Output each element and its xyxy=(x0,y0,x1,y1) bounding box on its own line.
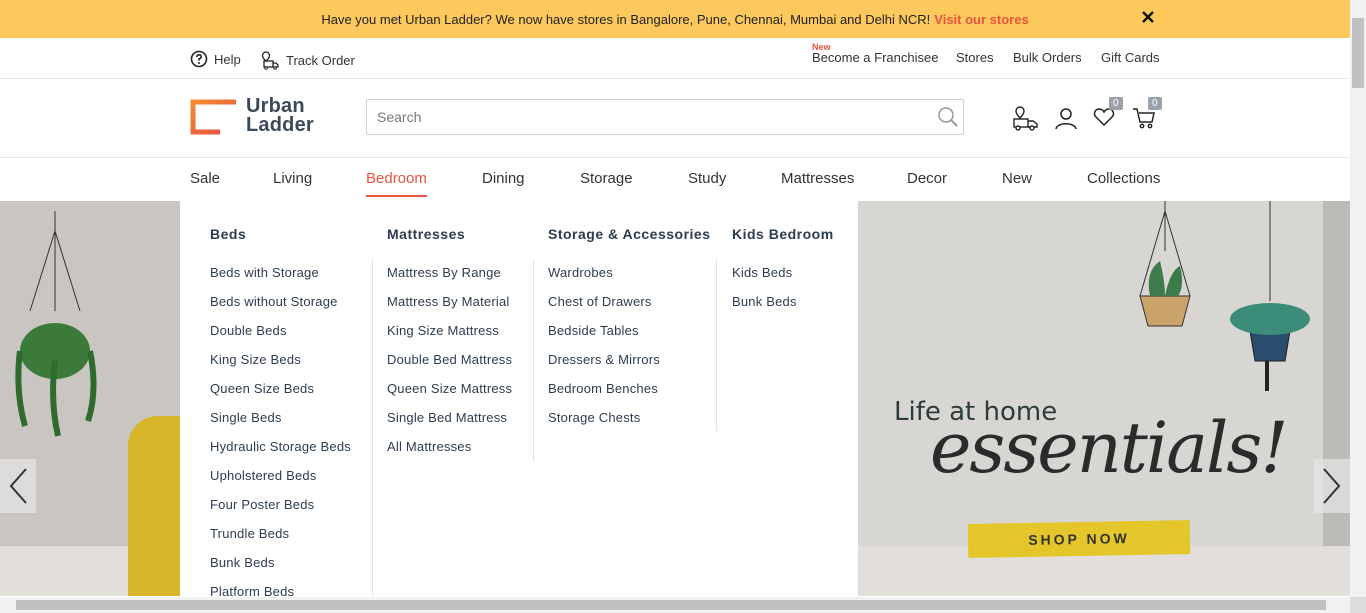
cart-count-badge: 0 xyxy=(1148,97,1162,110)
menu-divider xyxy=(716,259,717,431)
logo-mark-icon xyxy=(190,99,236,135)
horizontal-scroll-thumb[interactable] xyxy=(16,600,1326,610)
menu-heading-beds[interactable]: Beds xyxy=(210,226,246,242)
tab-study[interactable]: Study xyxy=(688,170,726,187)
bulk-orders-link[interactable]: Bulk Orders xyxy=(1013,50,1082,65)
announcement-text: Have you met Urban Ladder? We now have s… xyxy=(321,11,931,27)
menu-item[interactable]: Single Beds xyxy=(210,410,351,439)
menu-item[interactable]: King Size Beds xyxy=(210,352,351,381)
track-order-link[interactable]: Track Order xyxy=(260,50,355,70)
menu-divider xyxy=(533,259,534,462)
menu-item[interactable]: Storage Chests xyxy=(548,410,660,439)
menu-heading-storage[interactable]: Storage & Accessories xyxy=(548,226,711,242)
account-icon[interactable] xyxy=(1054,106,1078,135)
main-nav: Sale Living Bedroom Dining Storage Study… xyxy=(0,158,1350,200)
menu-item[interactable]: Upholstered Beds xyxy=(210,468,351,497)
tab-new[interactable]: New xyxy=(1002,170,1032,187)
bulk-orders-label: Bulk Orders xyxy=(1013,50,1082,65)
tab-collections[interactable]: Collections xyxy=(1087,170,1160,187)
help-label: Help xyxy=(214,51,241,67)
help-link[interactable]: Help xyxy=(190,50,241,68)
carousel-prev-button[interactable] xyxy=(0,459,36,513)
help-icon xyxy=(190,50,208,68)
carousel-next-button[interactable] xyxy=(1314,459,1350,513)
bedroom-mega-menu: Beds Beds with Storage Beds without Stor… xyxy=(180,201,858,596)
search-input[interactable] xyxy=(367,101,933,133)
stores-link[interactable]: Stores xyxy=(956,50,994,65)
menu-item[interactable]: Beds with Storage xyxy=(210,265,351,294)
menu-item[interactable]: Kids Beds xyxy=(732,265,797,294)
menu-item[interactable]: Four Poster Beds xyxy=(210,497,351,526)
menu-item[interactable]: Bunk Beds xyxy=(210,555,351,584)
horizontal-scrollbar[interactable] xyxy=(0,597,1350,613)
menu-item[interactable]: Mattress By Material xyxy=(387,294,512,323)
menu-item[interactable]: Beds without Storage xyxy=(210,294,351,323)
track-order-icon xyxy=(261,51,279,70)
franchise-label: Become a Franchisee xyxy=(812,50,939,65)
header: Urban Ladder 0 0 xyxy=(0,79,1350,158)
chevron-right-icon xyxy=(1323,468,1341,504)
menu-item[interactable]: Bunk Beds xyxy=(732,294,797,323)
menu-item[interactable]: Double Beds xyxy=(210,323,351,352)
close-icon[interactable] xyxy=(1141,10,1155,24)
menu-item[interactable]: Platform Beds xyxy=(210,584,351,596)
tab-mattresses[interactable]: Mattresses xyxy=(781,170,854,187)
tab-decor[interactable]: Decor xyxy=(907,170,947,187)
track-order-label: Track Order xyxy=(286,52,355,68)
delivery-icon[interactable] xyxy=(1012,106,1040,137)
menu-heading-mattresses[interactable]: Mattresses xyxy=(387,226,465,242)
menu-divider xyxy=(372,259,373,596)
new-badge: New xyxy=(812,42,831,52)
menu-item[interactable]: Hydraulic Storage Beds xyxy=(210,439,351,468)
shop-now-button[interactable]: SHOP NOW xyxy=(967,520,1191,558)
menu-item[interactable]: Bedroom Benches xyxy=(548,381,660,410)
tab-bedroom[interactable]: Bedroom xyxy=(366,170,427,197)
chair-illustration xyxy=(128,416,188,596)
wishlist-count-badge: 0 xyxy=(1109,97,1123,110)
cart-icon[interactable]: 0 xyxy=(1132,97,1162,135)
logo[interactable]: Urban Ladder xyxy=(190,96,322,136)
hanging-plant-left-icon xyxy=(15,211,97,437)
chevron-left-icon xyxy=(9,468,27,504)
utility-bar: Help Track Order New Become a Franchisee… xyxy=(0,38,1350,79)
stores-label: Stores xyxy=(956,50,994,65)
tab-storage[interactable]: Storage xyxy=(580,170,633,187)
menu-item[interactable]: Queen Size Beds xyxy=(210,381,351,410)
search-icon[interactable] xyxy=(933,106,963,128)
vertical-scroll-thumb[interactable] xyxy=(1352,18,1364,88)
franchise-link[interactable]: New Become a Franchisee xyxy=(812,42,939,65)
scrollbar-corner xyxy=(1350,597,1366,613)
logo-line-2: Ladder xyxy=(246,114,314,136)
menu-item[interactable]: Dressers & Mirrors xyxy=(548,352,660,381)
tab-sale[interactable]: Sale xyxy=(190,170,220,187)
visit-stores-link[interactable]: Visit our stores xyxy=(934,12,1028,27)
menu-item[interactable]: Bedside Tables xyxy=(548,323,660,352)
tab-dining[interactable]: Dining xyxy=(482,170,525,187)
tab-living[interactable]: Living xyxy=(273,170,312,187)
announcement-bar: Have you met Urban Ladder? We now have s… xyxy=(0,0,1350,38)
menu-item[interactable]: All Mattresses xyxy=(387,439,512,468)
menu-item[interactable]: Wardrobes xyxy=(548,265,660,294)
menu-item[interactable]: Single Bed Mattress xyxy=(387,410,512,439)
menu-item[interactable]: Double Bed Mattress xyxy=(387,352,512,381)
search-box xyxy=(366,99,964,135)
hanging-plant-right-icon xyxy=(1139,201,1191,327)
menu-heading-kids[interactable]: Kids Bedroom xyxy=(732,226,834,242)
menu-item[interactable]: Chest of Drawers xyxy=(548,294,660,323)
hanging-plant-far-right-icon xyxy=(1230,201,1310,391)
vertical-scrollbar[interactable] xyxy=(1350,0,1366,597)
menu-item[interactable]: Mattress By Range xyxy=(387,265,512,294)
gift-cards-label: Gift Cards xyxy=(1101,50,1160,65)
menu-item[interactable]: Queen Size Mattress xyxy=(387,381,512,410)
gift-cards-link[interactable]: Gift Cards xyxy=(1101,50,1160,65)
wishlist-icon[interactable]: 0 xyxy=(1093,97,1123,133)
menu-item[interactable]: Trundle Beds xyxy=(210,526,351,555)
menu-item[interactable]: King Size Mattress xyxy=(387,323,512,352)
banner-title: essentials! xyxy=(930,407,1288,489)
